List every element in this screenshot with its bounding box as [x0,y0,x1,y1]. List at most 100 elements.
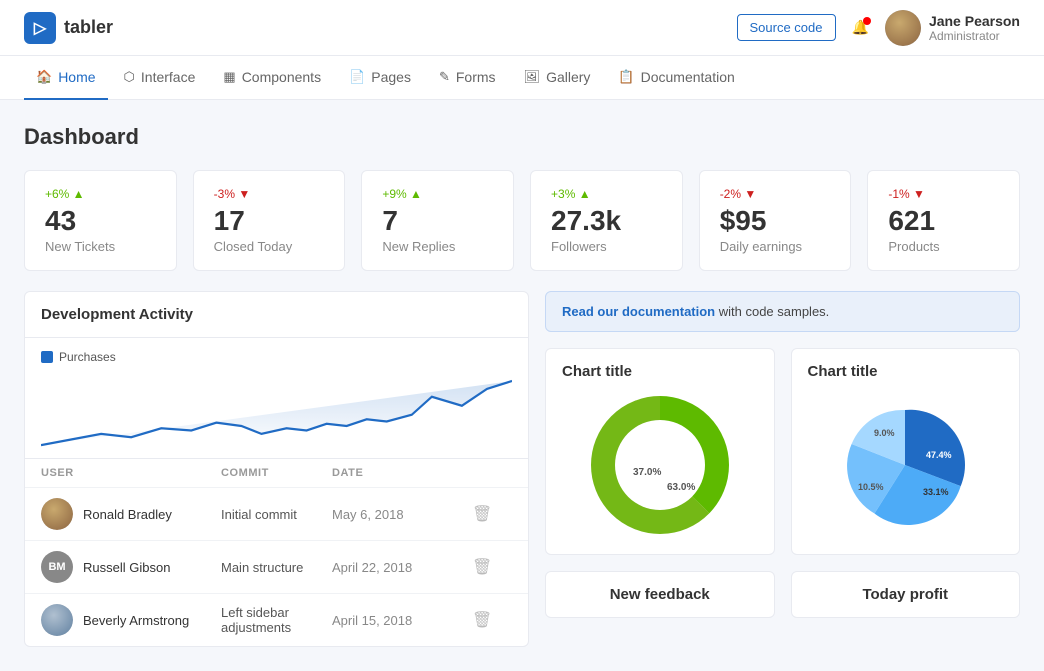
gallery-icon: 🖼 [524,69,541,85]
avatar-image [885,10,921,46]
user-info: Jane Pearson Administrator [885,10,1020,46]
commit-user-2: Beverly Armstrong [41,604,221,636]
legend-box [41,351,53,363]
table-row: BM Russell Gibson Main structure April 2… [25,540,528,593]
avatar [41,604,73,636]
charts-row: Chart title 37.0% 63.0% Ch [545,348,1020,555]
stats-row: +6% ▲ 43 New Tickets -3% ▼ 17 Closed Tod… [24,170,1020,271]
tab-home[interactable]: 🏠 Home [24,56,108,100]
stat-label-2: New Replies [382,239,493,254]
stat-value-0: 43 [45,205,156,237]
stat-label-0: New Tickets [45,239,156,254]
stat-card-1: -3% ▼ 17 Closed Today [193,170,346,271]
stat-card-0: +6% ▲ 43 New Tickets [24,170,177,271]
topbar-right: Source code 🔔 Jane Pearson Administrator [737,10,1021,46]
doc-banner-text: with code samples. [715,304,829,319]
stat-value-3: 27.3k [551,205,662,237]
main-content: Dashboard +6% ▲ 43 New Tickets -3% ▼ 17 … [0,100,1044,671]
stat-value-4: $95 [720,205,831,237]
header-date: DATE [332,467,472,479]
stat-trend-0: +6% ▲ [45,187,156,201]
delete-icon-0[interactable]: 🗑 [472,504,512,524]
chart1-title: Chart title [562,363,758,380]
commit-name-2: Beverly Armstrong [83,613,189,628]
doc-banner-bold: Read our documentation [562,304,715,319]
right-panel: Read our documentation with code samples… [545,291,1020,647]
stat-trend-1: -3% ▼ [214,187,325,201]
doc-banner: Read our documentation with code samples… [545,291,1020,332]
logo-icon: ▷ [24,12,56,44]
topbar: ▷ tabler Source code 🔔 Jane Pearson Admi… [0,0,1044,56]
tab-forms[interactable]: ✎ Forms [427,56,508,100]
user-role: Administrator [929,29,1020,43]
logo-text: tabler [64,17,113,38]
stat-trend-3: +3% ▲ [551,187,662,201]
header-action [472,467,512,479]
commit-date-2: April 15, 2018 [332,613,472,628]
home-icon: 🏠 [36,69,52,85]
commit-message-2: Left sidebar adjustments [221,605,332,635]
user-name: Jane Pearson [929,13,1020,29]
svg-text:10.5%: 10.5% [858,482,884,492]
notification-dot [863,17,871,25]
chart-legend: Purchases [41,350,512,364]
bottom-row: Development Activity Purchases [24,291,1020,647]
avatar [885,10,921,46]
tab-components[interactable]: ▦ Components [211,56,333,100]
new-feedback-title: New feedback [562,586,758,603]
commit-message-0: Initial commit [221,507,332,522]
chart-area: Purchases [25,338,528,458]
svg-text:9.0%: 9.0% [874,428,895,438]
commit-message-1: Main structure [221,560,332,575]
chart-card-2: Chart title 47.4% 33.1% 10.5% [791,348,1021,555]
chart-card-1: Chart title 37.0% 63.0% [545,348,775,555]
page-title: Dashboard [24,124,1020,150]
source-code-button[interactable]: Source code [737,14,836,41]
tab-documentation[interactable]: 📋 Documentation [606,56,746,100]
interface-icon: ⬡ [124,69,135,85]
stat-card-5: -1% ▼ 621 Products [867,170,1020,271]
chart2-container: 47.4% 33.1% 10.5% 9.0% [808,390,1004,540]
legend-label: Purchases [59,350,116,364]
pie-chart-2: 47.4% 33.1% 10.5% 9.0% [830,390,980,540]
header-commit: COMMIT [221,467,332,479]
svg-text:63.0%: 63.0% [667,482,695,493]
stat-trend-4: -2% ▼ [720,187,831,201]
delete-icon-2[interactable]: 🗑 [472,610,512,630]
documentation-icon: 📋 [618,69,634,85]
tab-interface[interactable]: ⬡ Interface [112,56,208,100]
svg-text:33.1%: 33.1% [923,487,949,497]
table-row: Beverly Armstrong Left sidebar adjustmen… [25,593,528,646]
commit-date-0: May 6, 2018 [332,507,472,522]
chart1-container: 37.0% 63.0% [562,390,758,540]
commit-name-0: Ronald Bradley [83,507,172,522]
stat-label-3: Followers [551,239,662,254]
commit-name-1: Russell Gibson [83,560,170,575]
stat-trend-5: -1% ▼ [888,187,999,201]
today-profit-title: Today profit [808,586,1004,603]
stat-label-5: Products [888,239,999,254]
components-icon: ▦ [223,69,235,85]
tab-gallery[interactable]: 🖼 Gallery [512,56,603,100]
donut-chart-1: 37.0% 63.0% [585,390,735,540]
avatar: BM [41,551,73,583]
table-row: Ronald Bradley Initial commit May 6, 201… [25,487,528,540]
svg-text:47.4%: 47.4% [926,450,952,460]
new-feedback-card: New feedback [545,571,775,618]
chart2-title: Chart title [808,363,1004,380]
stat-value-2: 7 [382,205,493,237]
notification-icon[interactable]: 🔔 [852,19,869,36]
commit-user-1: BM Russell Gibson [41,551,221,583]
delete-icon-1[interactable]: 🗑 [472,557,512,577]
nav-tabs: 🏠 Home ⬡ Interface ▦ Components 📄 Pages … [0,56,1044,100]
stat-value-1: 17 [214,205,325,237]
tab-pages[interactable]: 📄 Pages [337,56,423,100]
svg-text:37.0%: 37.0% [633,467,661,478]
user-details: Jane Pearson Administrator [929,13,1020,43]
bottom-cards: New feedback Today profit [545,571,1020,618]
avatar [41,498,73,530]
brand: ▷ tabler [24,12,113,44]
dev-activity-panel: Development Activity Purchases [24,291,529,647]
stat-card-3: +3% ▲ 27.3k Followers [530,170,683,271]
header-user: USER [41,467,221,479]
